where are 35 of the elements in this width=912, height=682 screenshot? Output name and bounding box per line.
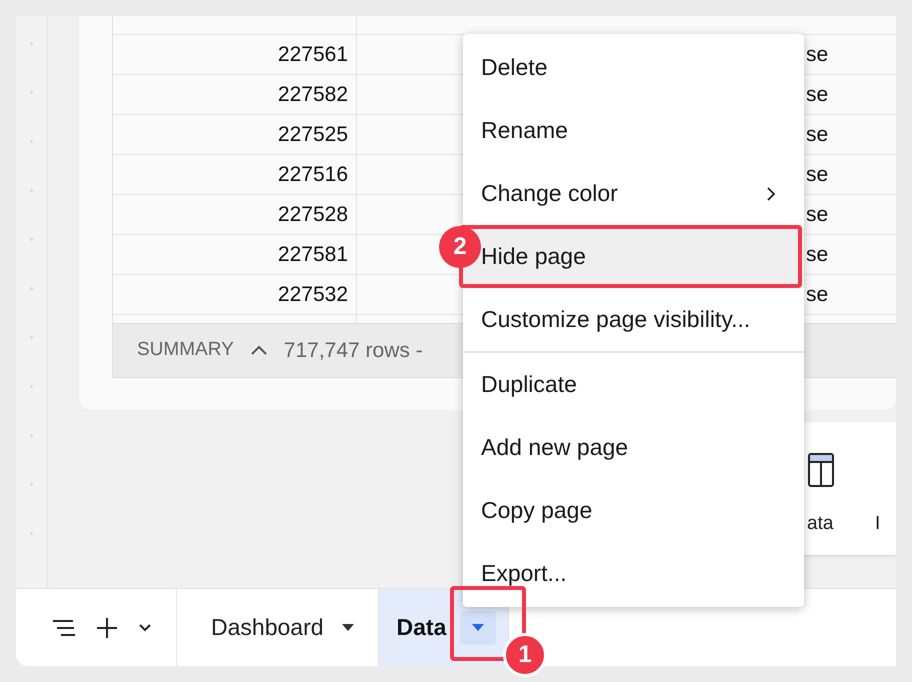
caret-icon	[472, 624, 484, 631]
menu-item[interactable]: Delete	[463, 36, 804, 99]
chevron-up-icon[interactable]	[250, 345, 268, 356]
table-cell: 227525	[113, 115, 357, 154]
menu-item[interactable]: Duplicate	[463, 353, 804, 416]
menu-item[interactable]: Change color	[463, 162, 804, 225]
table-icon[interactable]	[807, 452, 835, 488]
plus-icon[interactable]	[96, 616, 118, 638]
element-label: I	[875, 512, 880, 536]
table-cell-text: se	[806, 122, 828, 148]
table-cell-text: se	[806, 202, 828, 228]
table-cell-text: se	[806, 282, 828, 308]
table-cell-text: se	[806, 242, 828, 268]
menu-icon[interactable]	[52, 618, 76, 636]
table-cell: 227582	[113, 75, 357, 114]
summary-label: SUMMARY	[137, 338, 234, 362]
table-cell: 227516	[113, 155, 357, 194]
chevron-right-icon	[766, 186, 776, 202]
tab-menu-button[interactable]	[460, 610, 496, 644]
row-count: 717,747 rows -	[284, 338, 423, 364]
table-cell: 227532	[113, 275, 357, 314]
chevron-down-icon[interactable]	[138, 623, 152, 632]
table-cell-text: se	[806, 42, 828, 68]
caret-icon	[342, 624, 354, 631]
table-cell-text: se	[806, 82, 828, 108]
table-cell: 227528	[113, 195, 357, 234]
table-cell: 227581	[113, 235, 357, 274]
element-label: ata	[807, 512, 834, 536]
table-cell: 227561	[113, 35, 357, 74]
menu-item[interactable]: Copy page	[463, 479, 804, 542]
menu-item[interactable]: Customize page visibility...	[463, 288, 804, 351]
menu-item[interactable]: Export...	[463, 542, 804, 605]
table-cell-text: se	[806, 162, 828, 188]
menu-item[interactable]: Rename	[463, 99, 804, 162]
menu-item[interactable]: Add new page	[463, 416, 804, 479]
